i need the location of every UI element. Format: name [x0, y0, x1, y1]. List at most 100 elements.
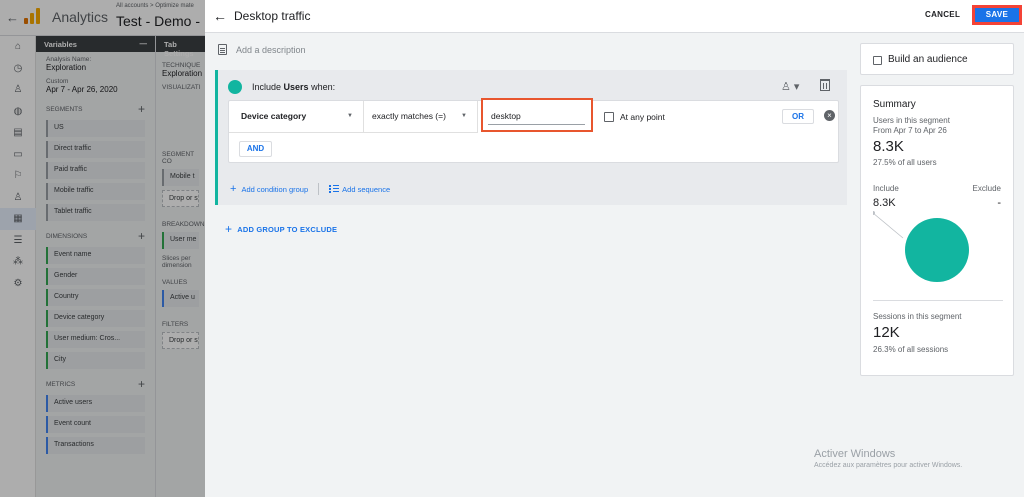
build-audience-card[interactable]: Build an audience [860, 43, 1014, 75]
flag-icon[interactable]: ⚐ [0, 165, 36, 187]
app-title: Analytics [52, 9, 109, 25]
add-sequence-link[interactable]: Add sequence [342, 185, 390, 194]
dimension-chip[interactable]: City [46, 352, 145, 369]
network-icon[interactable]: ⁂ [0, 251, 36, 273]
back-arrow-icon[interactable]: ← [213, 8, 227, 24]
and-button[interactable]: AND [239, 141, 272, 157]
cancel-button[interactable]: CANCEL [925, 10, 960, 19]
dimension-chip[interactable]: User medium: Cros... [46, 331, 145, 348]
dimension-chip[interactable]: Country [46, 289, 145, 306]
nav-rail: ⌂ ◷ ♙ ◍ ▤ ▭ ⚐ ♙ ▦ ☰ ⁂ ⚙ [0, 36, 36, 497]
dimension-chip[interactable]: Device category [46, 310, 145, 327]
breakdown-label: BREAKDOWN [162, 221, 205, 228]
values-label: VALUES [162, 279, 188, 286]
windows-activation-title: Activer Windows [814, 448, 896, 460]
condition-value-input[interactable] [488, 107, 585, 125]
metric-chip[interactable]: Active users [46, 395, 145, 412]
background-app: ← Analytics All accounts > Optimize mate… [0, 0, 205, 497]
settings-icon[interactable]: ⚙ [0, 273, 36, 295]
add-segment-icon[interactable]: + [138, 102, 145, 116]
metrics-section: METRICS + [46, 377, 145, 391]
summary-card: Summary Users in this segment From Apr 7… [860, 85, 1014, 376]
or-button[interactable]: OR [782, 109, 814, 124]
exclude-label: Exclude [972, 184, 1001, 193]
operator-select[interactable]: exactly matches (=) ▼ [364, 101, 478, 133]
dimensions-section: DIMENSIONS + [46, 229, 145, 243]
segment-pie-chart [873, 211, 969, 282]
divider [318, 183, 320, 195]
remove-condition-icon[interactable]: × [824, 110, 835, 121]
property-name[interactable]: Test - Demo - Ec [116, 13, 205, 29]
filter-drop-zone[interactable]: Drop or sel [162, 332, 199, 349]
include-condition-group: Include Users when: ♙ ▾ Device category … [215, 70, 847, 205]
sequence-icon [329, 185, 340, 193]
plus-icon: + [230, 183, 237, 195]
segments-section: SEGMENTS + [46, 102, 145, 116]
add-group-to-exclude-button[interactable]: + ADD GROUP TO EXCLUDE [225, 222, 337, 236]
segment-chip[interactable]: Mobile traffic [46, 183, 145, 200]
summary-divider [873, 300, 1003, 301]
summary-title: Summary [873, 99, 916, 110]
variables-header: Variables — [36, 36, 155, 52]
sessions-label: Sessions in this segment [873, 312, 962, 321]
table-icon[interactable]: ▤ [0, 122, 36, 144]
person-icon[interactable]: ♙ [0, 187, 36, 209]
editor-header: ← Desktop traffic CANCEL SAVE [205, 0, 1024, 33]
windows-activation-subtitle: Accédez aux paramètres pour activer Wind… [814, 462, 963, 469]
scope-selector[interactable]: Users [284, 82, 309, 92]
exploration-name-label: Analysis Name: [46, 56, 92, 63]
description-row[interactable]: Add a description [218, 44, 306, 55]
group-actions: + Add condition group Add sequence [230, 183, 390, 195]
delete-icon[interactable] [820, 79, 830, 91]
dimension-select[interactable]: Device category ▼ [229, 101, 364, 133]
segment-drop-zone[interactable]: Drop or s [162, 190, 199, 207]
user-icon[interactable]: ♙ [0, 79, 36, 101]
date-range[interactable]: Apr 7 - Apr 26, 2020 [46, 85, 145, 94]
technique-label: TECHNIQUE [162, 62, 201, 69]
segment-chip[interactable]: Tablet traffic [46, 204, 145, 221]
at-any-point-label: At any point [620, 112, 665, 122]
audience-icon[interactable]: ☰ [0, 230, 36, 252]
segment-chip[interactable]: Direct traffic [46, 141, 145, 158]
globe-icon[interactable]: ◍ [0, 101, 36, 123]
explore-icon[interactable]: ▦ [0, 208, 36, 230]
values-chip[interactable]: Active u [162, 290, 199, 307]
technique-value[interactable]: Exploration [162, 69, 202, 78]
dropdown-caret-icon: ▼ [347, 113, 353, 119]
build-audience-checkbox[interactable] [873, 56, 882, 65]
value-field-highlight [481, 98, 593, 132]
segment-title[interactable]: Desktop traffic [234, 9, 310, 23]
back-arrow-icon[interactable]: ← [6, 10, 19, 25]
metric-chip[interactable]: Transactions [46, 437, 145, 454]
breadcrumb[interactable]: All accounts > Optimize mate [116, 3, 194, 9]
segment-chip[interactable]: US [46, 120, 145, 137]
date-label: Custom [46, 78, 69, 85]
segment-comparison-chip[interactable]: Mobile t [162, 169, 199, 186]
add-metric-icon[interactable]: + [138, 377, 145, 391]
app-header: ← Analytics All accounts > Optimize mate… [0, 0, 205, 36]
add-group-to-exclude-label: ADD GROUP TO EXCLUDE [237, 224, 338, 234]
home-icon[interactable]: ⌂ [0, 36, 36, 58]
devices-icon[interactable]: ▭ [0, 144, 36, 166]
exploration-name[interactable]: Exploration [46, 63, 145, 72]
add-condition-group-link[interactable]: Add condition group [241, 185, 308, 194]
sessions-pct: 26.3% of all sessions [873, 345, 949, 354]
segment-color-dot [228, 80, 242, 94]
description-input[interactable]: Add a description [236, 45, 306, 55]
users-value: 8.3K [873, 138, 904, 155]
analytics-logo-icon [24, 8, 40, 24]
breakdown-chip[interactable]: User me [162, 232, 199, 249]
dimension-chip[interactable]: Gender [46, 268, 145, 285]
include-label: Include Users when: [252, 82, 336, 92]
scope-user-icon[interactable]: ♙ ▾ [781, 80, 799, 93]
at-any-point-checkbox[interactable] [604, 112, 614, 122]
build-audience-label: Build an audience [888, 54, 968, 65]
save-button[interactable]: SAVE [972, 5, 1022, 25]
slices-label: Slices per dimension [162, 255, 192, 269]
add-dimension-icon[interactable]: + [138, 229, 145, 243]
metric-chip[interactable]: Event count [46, 416, 145, 433]
dimension-chip[interactable]: Event name [46, 247, 145, 264]
segment-chip[interactable]: Paid traffic [46, 162, 145, 179]
realtime-icon[interactable]: ◷ [0, 58, 36, 80]
pie-include-slice [905, 218, 969, 282]
